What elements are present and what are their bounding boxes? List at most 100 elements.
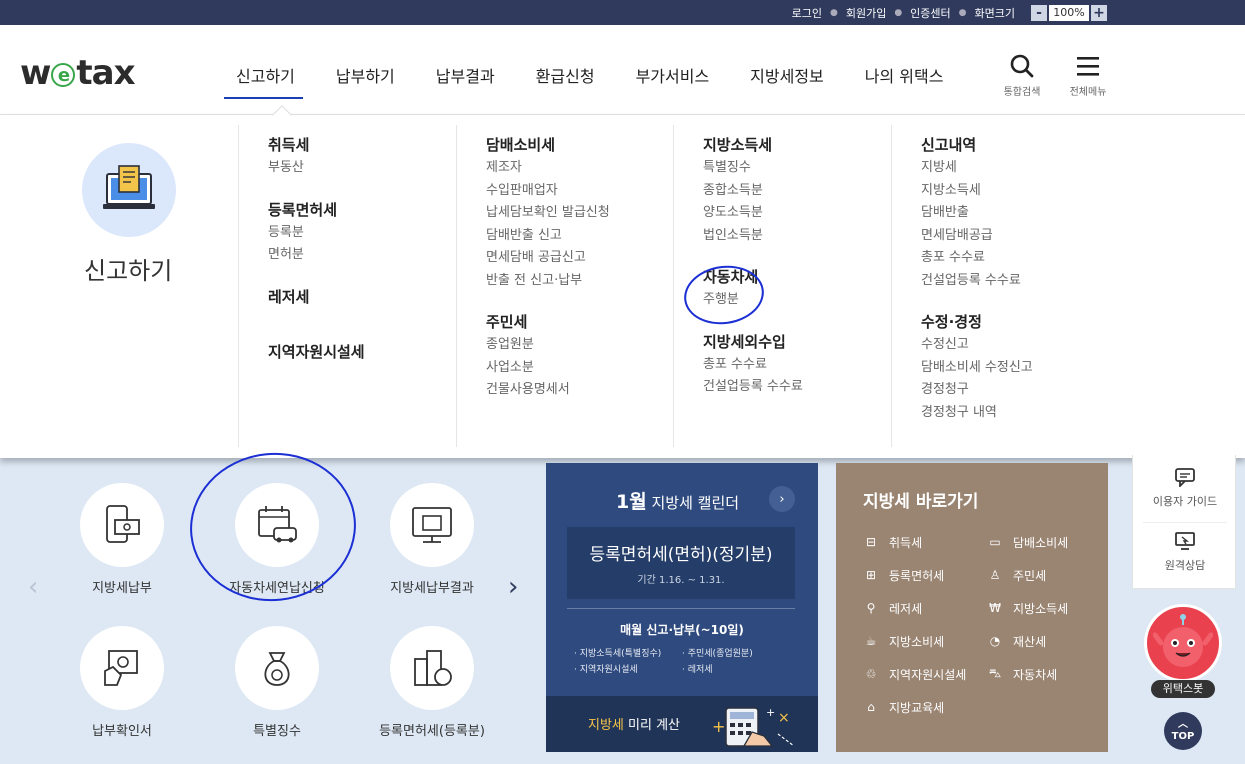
menu-registration-license-tax[interactable]: 등록면허세	[268, 199, 456, 221]
menu-correction-history[interactable]: 경정청구 내역	[921, 401, 1231, 424]
menu-manufacturer[interactable]: 제조자	[486, 156, 674, 179]
shortcut-property[interactable]: ◔ 재산세	[987, 632, 1097, 650]
tax-calendar: 1월 지방세 캘린더 › 등록면허세(면허)(정기분) 기간 1.16. ~ 1…	[546, 463, 818, 752]
zoom-control: - 100% +	[1031, 4, 1107, 21]
menu-real-estate[interactable]: 부동산	[268, 156, 456, 179]
zoom-in-button[interactable]: +	[1091, 4, 1107, 21]
shortcut-resident[interactable]: ♙ 주민세	[987, 566, 1097, 584]
quick-registration-license[interactable]: 등록면허세(등록분)	[357, 626, 507, 739]
menu-history-local-income[interactable]: 지방소득세	[921, 179, 1231, 202]
quick-special-withholding[interactable]: 특별징수	[202, 626, 352, 739]
calendar-next-button[interactable]: ›	[769, 486, 795, 512]
shortcut-leisure[interactable]: ⚲ 레저세	[863, 599, 987, 617]
menu-tobacco-amend[interactable]: 담배소비세 수정신고	[921, 356, 1231, 379]
menu-business-office[interactable]: 사업소분	[486, 356, 674, 379]
mobile-payment-icon	[106, 505, 140, 543]
shortcut-acquisition[interactable]: ⊟ 취득세	[863, 533, 987, 551]
tax-calculator-link[interactable]: 지방세 미리 계산 + + ×	[546, 696, 818, 752]
nav-report[interactable]: 신고하기	[224, 63, 303, 99]
monitor-remote-icon	[1175, 532, 1195, 550]
menu-history-construction[interactable]: 건설업등록 수수료	[921, 269, 1231, 292]
quick-local-tax-payment[interactable]: 지방세납부	[47, 483, 197, 596]
menu-firearms-fee[interactable]: 총포 수수료	[703, 353, 891, 376]
calculator-hand-icon: + + ×	[712, 706, 795, 747]
laptop-document-icon	[103, 165, 155, 209]
car-icon: ⛍	[988, 666, 1002, 680]
menu-importer[interactable]: 수입판매업자	[486, 179, 674, 202]
nav-tax-info[interactable]: 지방세정보	[750, 63, 824, 87]
scroll-top-button[interactable]: ︿ TOP	[1164, 712, 1202, 750]
quick-payment-certificate[interactable]: 납부확인서	[47, 626, 197, 739]
wetax-logo[interactable]: w e tax	[20, 53, 136, 93]
menu-pre-release-report[interactable]: 반출 전 신고·납부	[486, 269, 674, 292]
cup-icon: ☕	[865, 634, 877, 648]
calendar-title: 1월 지방세 캘린더	[616, 491, 740, 513]
quick-payment-result[interactable]: 지방세납부결과	[357, 483, 507, 596]
search-button[interactable]: 통합검색	[998, 53, 1046, 98]
nav-my-wetax[interactable]: 나의 위택스	[865, 63, 944, 87]
user-guide-button[interactable]: 이용자 가이드	[1133, 467, 1237, 509]
menu-amended-report[interactable]: 수정신고	[921, 333, 1231, 356]
menu-tobacco-release[interactable]: 담배반출 신고	[486, 224, 674, 247]
wetax-bot-button[interactable]	[1144, 604, 1222, 682]
menu-history-duty-free[interactable]: 면세담배공급	[921, 224, 1231, 247]
signup-link[interactable]: 회원가입	[846, 5, 886, 21]
menu-comprehensive-income[interactable]: 종합소득분	[703, 179, 891, 202]
menu-duty-free-supply[interactable]: 면세담배 공급신고	[486, 246, 674, 269]
cert-center-link[interactable]: 인증센터	[910, 5, 950, 21]
menu-resident-tax[interactable]: 주민세	[486, 311, 674, 333]
menu-registration[interactable]: 등록분	[268, 221, 456, 244]
calendar-event[interactable]: 등록면허세(면허)(정기분) 기간 1.16. ~ 1.31.	[567, 527, 795, 599]
menu-correction-claim[interactable]: 경정청구	[921, 378, 1231, 401]
menu-construction-fee[interactable]: 건설업등록 수수료	[703, 375, 891, 398]
header-tools: 통합검색 전체메뉴	[998, 53, 1130, 98]
menu-column-4: 신고내역 지방세 지방소득세 담배반출 면세담배공급 총포 수수료 건설업등록 …	[891, 125, 1231, 447]
nav-payment[interactable]: 납부하기	[336, 63, 395, 87]
bot-label: 위택스봇	[1151, 680, 1215, 698]
all-menu-button[interactable]: 전체메뉴	[1064, 53, 1112, 98]
main-navigation: 신고하기 납부하기 납부결과 환급신청 부가서비스 지방세정보 나의 위택스	[224, 63, 984, 99]
menu-regional-resource-tax[interactable]: 지역자원시설세	[268, 341, 456, 363]
nav-refund[interactable]: 환급신청	[536, 63, 595, 87]
quick-prev-button[interactable]: ‹	[28, 572, 38, 602]
menu-capital-gains[interactable]: 양도소득분	[703, 201, 891, 224]
menu-leisure-tax[interactable]: 레저세	[268, 286, 456, 308]
menu-amend-correction[interactable]: 수정·경정	[921, 311, 1231, 333]
event-title: 등록면허세(면허)(정기분)	[589, 545, 773, 565]
menu-corporate-income[interactable]: 법인소득분	[703, 224, 891, 247]
shortcut-regional-resource[interactable]: ♲ 지역자원시설세	[863, 665, 987, 683]
menu-history-firearms[interactable]: 총포 수수료	[921, 246, 1231, 269]
menu-report-history[interactable]: 신고내역	[921, 134, 1231, 156]
menu-non-tax-revenue[interactable]: 지방세외수입	[703, 331, 891, 353]
shortcut-local-consumption[interactable]: ☕ 지방소비세	[863, 632, 987, 650]
shortcut-local-income[interactable]: ₩ 지방소득세	[987, 599, 1097, 617]
menu-history-local-tax[interactable]: 지방세	[921, 156, 1231, 179]
shortcut-registration[interactable]: ⊞ 등록면허세	[863, 566, 987, 584]
report-illustration	[82, 143, 176, 237]
cigarette-icon: ▭	[989, 535, 1001, 549]
nav-extra-services[interactable]: 부가서비스	[636, 63, 710, 87]
menu-building-usage[interactable]: 건물사용명세서	[486, 378, 674, 401]
report-mega-menu: 신고하기 취득세 부동산 등록면허세 등록분 면허분 레저세 지역자원시설세 담…	[0, 105, 1245, 458]
menu-acquisition-tax[interactable]: 취득세	[268, 134, 456, 156]
menu-employee[interactable]: 종업원분	[486, 333, 674, 356]
login-link[interactable]: 로그인	[792, 5, 822, 21]
menu-tobacco-tax[interactable]: 담배소비세	[486, 134, 674, 156]
nav-payment-result[interactable]: 납부결과	[436, 63, 495, 87]
shortcut-title: 지방세 바로가기	[863, 492, 979, 512]
shortcut-education[interactable]: ⌂ 지방교육세	[863, 698, 987, 716]
zoom-out-button[interactable]: -	[1031, 4, 1047, 21]
shortcut-vehicle[interactable]: ⛍ 자동차세	[987, 665, 1097, 683]
menu-intro	[82, 143, 178, 237]
quick-next-button[interactable]: ›	[508, 572, 518, 602]
remote-support-button[interactable]: 원격상담	[1133, 531, 1237, 573]
person-icon: ♙	[989, 568, 1001, 582]
menu-history-tobacco-release[interactable]: 담배반출	[921, 201, 1231, 224]
menu-license[interactable]: 면허분	[268, 243, 456, 266]
shortcut-tobacco[interactable]: ▭ 담배소비세	[987, 533, 1097, 551]
menu-special-withholding[interactable]: 특별징수	[703, 156, 891, 179]
hand-receipt-icon	[104, 650, 138, 686]
menu-local-income-tax[interactable]: 지방소득세	[703, 134, 891, 156]
menu-security-certificate[interactable]: 납세담보확인 발급신청	[486, 201, 674, 224]
svg-text:×: ×	[778, 710, 790, 726]
